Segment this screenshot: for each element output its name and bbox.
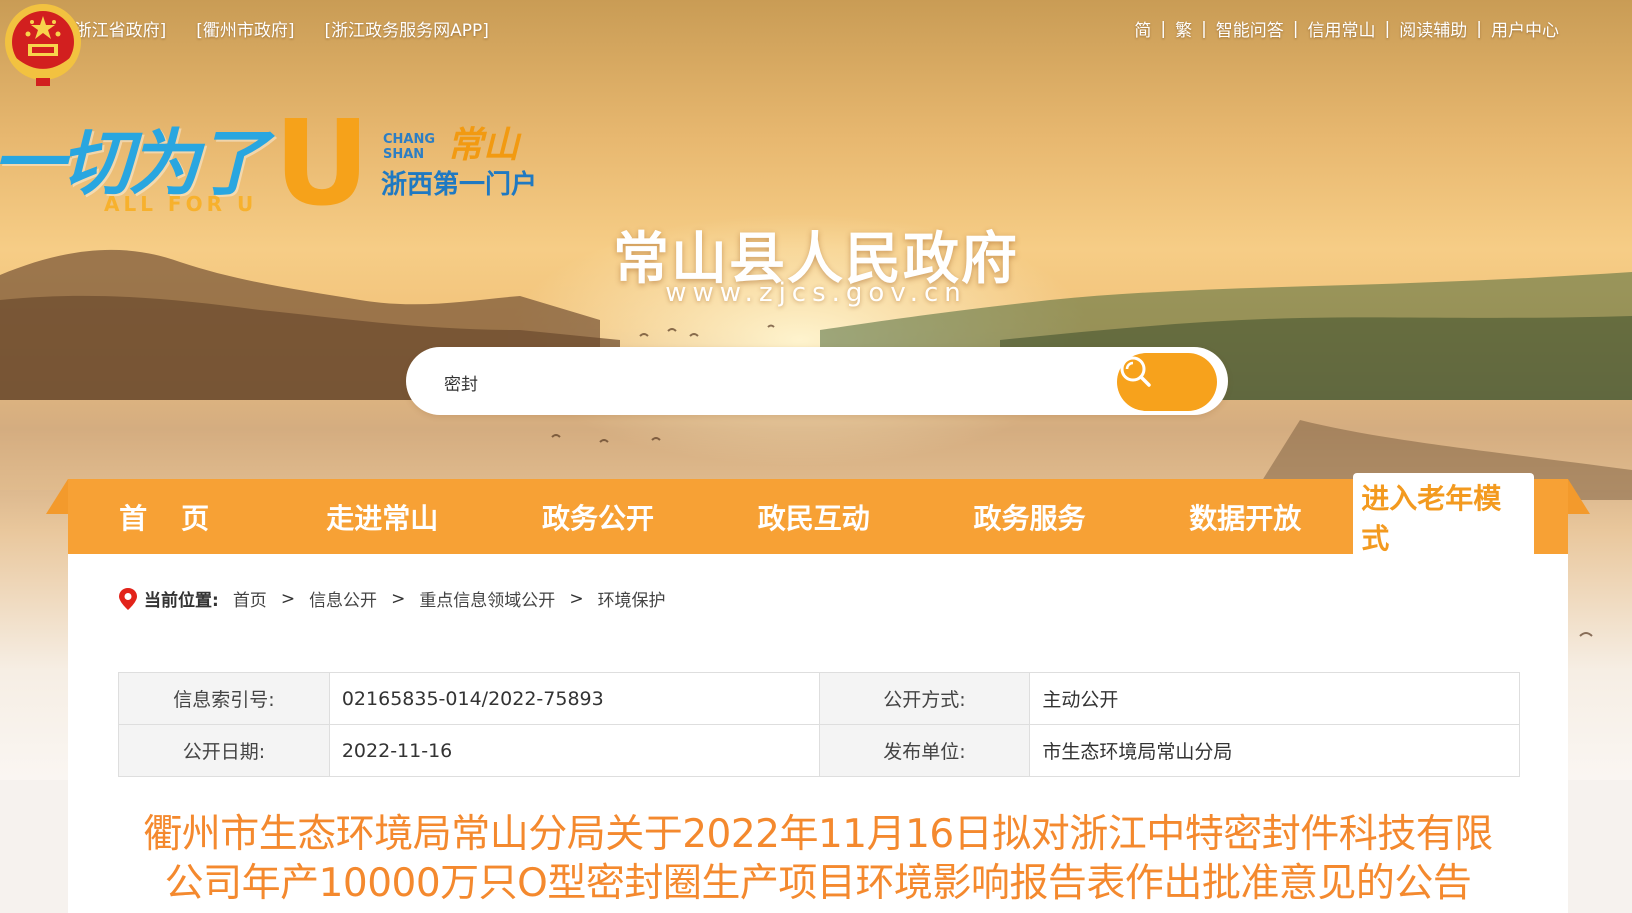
separator: |	[1384, 18, 1391, 39]
link-reading-aid[interactable]: 阅读辅助	[1399, 16, 1467, 41]
article-title-line2: 公司年产10000万只O型密封圈生产项目环境影响报告表作出批准意见的公告	[164, 861, 1472, 906]
elder-mode-button[interactable]: 进入老年模式	[1353, 472, 1534, 561]
nav-wing-right	[1568, 479, 1590, 514]
index-value: 02165835-014/2022-75893	[328, 672, 820, 725]
search-bar	[406, 347, 1228, 415]
top-right-links: 简 | 繁 | 智能问答 | 信用常山 | 阅读辅助 | 用户中心	[1134, 16, 1559, 42]
national-emblem-icon	[5, 4, 81, 86]
nav-open-data[interactable]: 数据开放	[1137, 497, 1353, 537]
nav-home[interactable]: 首页	[68, 497, 274, 537]
breadcrumb-separator: >	[569, 588, 584, 609]
breadcrumb-environment[interactable]: 环境保护	[598, 586, 666, 611]
search-button[interactable]	[1117, 353, 1217, 411]
article-title-line1: 衢州市生态环境局常山分局关于2022年11月16日拟对浙江中特密封件科技有限	[143, 812, 1493, 857]
publisher-label: 发布单位:	[818, 724, 1031, 777]
content-panel: 当前位置: 首页 > 信息公开 > 重点信息领域公开 > 环境保护 信息索引号:…	[68, 554, 1568, 913]
link-smart-qa[interactable]: 智能问答	[1216, 16, 1284, 41]
main-nav: 首页 走进常山 政务公开 政民互动 政务服务 数据开放 进入老年模式	[68, 472, 1568, 561]
slogan-u: U	[274, 94, 370, 232]
nav-interaction[interactable]: 政民互动	[706, 497, 922, 537]
breadcrumb: 当前位置: 首页 > 信息公开 > 重点信息领域公开 > 环境保护	[118, 586, 666, 611]
location-pin-icon	[119, 587, 137, 610]
date-label: 公开日期:	[118, 724, 330, 777]
separator: |	[1476, 18, 1482, 39]
breadcrumb-separator: >	[391, 588, 406, 609]
breadcrumb-home[interactable]: 首页	[233, 586, 267, 611]
slogan-place-cn: 常山	[447, 125, 520, 166]
link-user-center[interactable]: 用户中心	[1491, 16, 1559, 41]
method-label: 公开方式:	[818, 672, 1031, 725]
table-row: 公开日期: 2022-11-16 发布单位: 市生态环境局常山分局	[118, 724, 1520, 777]
nav-wing-left	[46, 479, 68, 514]
separator: |	[1160, 18, 1167, 39]
breadcrumb-separator: >	[280, 588, 296, 609]
link-quzhou-gov[interactable]: [衢州市政府]	[196, 16, 294, 41]
separator: |	[1292, 18, 1299, 39]
nav-gov-affairs[interactable]: 政务公开	[490, 497, 706, 537]
info-meta-table: 信息索引号: 02165835-014/2022-75893 公开方式: 主动公…	[118, 672, 1520, 777]
link-credit[interactable]: 信用常山	[1308, 16, 1376, 41]
date-value: 2022-11-16	[328, 724, 820, 777]
method-value: 主动公开	[1029, 672, 1520, 725]
separator: |	[1201, 18, 1207, 39]
nav-gov-services[interactable]: 政务服务	[922, 497, 1138, 537]
breadcrumb-info-disclosure[interactable]: 信息公开	[309, 586, 377, 611]
link-traditional[interactable]: 繁	[1175, 16, 1192, 41]
table-row: 信息索引号: 02165835-014/2022-75893 公开方式: 主动公…	[118, 672, 1520, 725]
top-left-links: [浙江省政府] [衢州市政府] [浙江政务服务网APP]	[68, 16, 489, 41]
slogan-tagline: 浙西第一门户	[381, 170, 538, 200]
slogan-place-en: CHANG SHAN	[383, 132, 436, 162]
nav-about-changshan[interactable]: 走进常山	[274, 497, 490, 537]
publisher-value: 市生态环境局常山分局	[1029, 724, 1520, 777]
search-icon	[1120, 356, 1151, 387]
slogan-en: ALL FOR U	[104, 192, 258, 216]
site-url: www.zjcs.gov.cn	[665, 278, 967, 308]
search-input[interactable]	[442, 365, 1086, 399]
link-simplified[interactable]: 简	[1134, 16, 1151, 41]
index-label: 信息索引号:	[118, 672, 330, 725]
breadcrumb-key-areas[interactable]: 重点信息领域公开	[419, 586, 555, 611]
article-title: 衢州市生态环境局常山分局关于2022年11月16日拟对浙江中特密封件科技有限 公…	[68, 810, 1568, 908]
breadcrumb-label: 当前位置:	[144, 591, 219, 611]
link-zhejiang-app[interactable]: [浙江政务服务网APP]	[325, 16, 489, 41]
slogan-logo: 一切为了 U ALL FOR U CHANG SHAN 常山 浙西第一门户	[0, 94, 560, 232]
